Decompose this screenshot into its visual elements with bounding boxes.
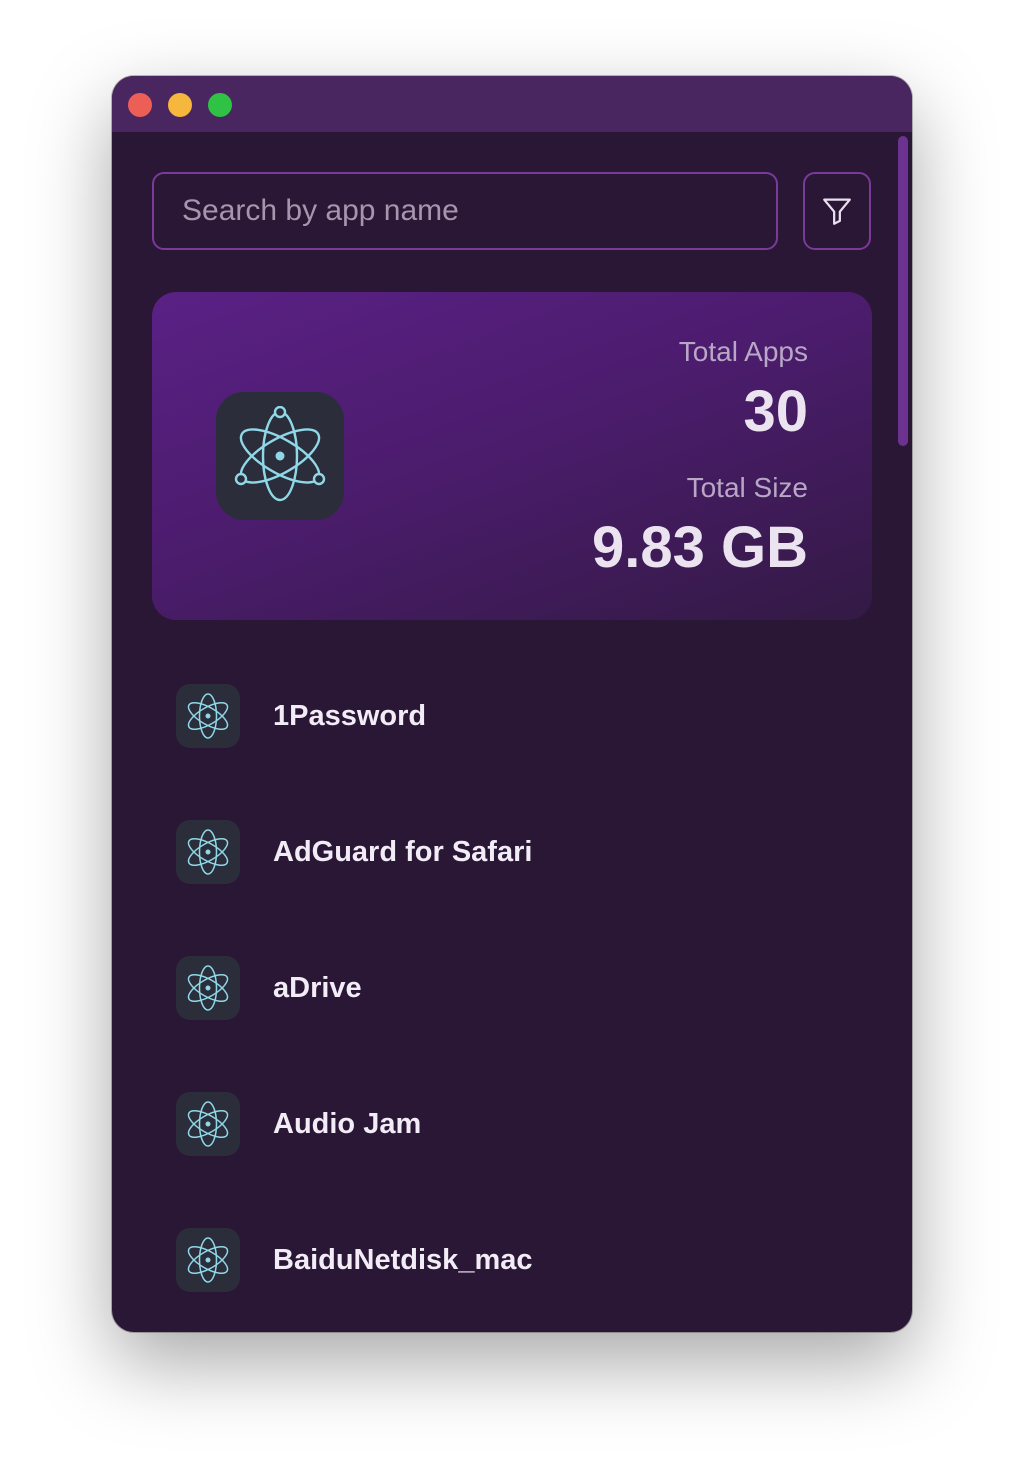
search-input[interactable] (180, 193, 764, 229)
title-bar (112, 76, 912, 132)
maximize-window-button[interactable] (208, 93, 232, 117)
electron-atom-icon (176, 684, 240, 748)
app-name: aDrive (273, 971, 362, 1004)
electron-atom-icon (176, 956, 240, 1020)
total-apps-label: Total Apps (678, 336, 808, 367)
app-name: AdGuard for Safari (273, 835, 533, 868)
close-window-button[interactable] (128, 93, 152, 117)
search-box[interactable] (152, 172, 778, 250)
total-apps-value: 30 (743, 379, 808, 444)
main-content: Total Apps 30 Total Size 9.83 GB 1Passwo… (112, 132, 912, 1332)
electron-atom-icon (176, 820, 240, 884)
list-item[interactable]: BaiduNetdisk_mac (176, 1228, 856, 1292)
scrollbar-thumb[interactable] (898, 136, 908, 446)
filter-icon (823, 198, 851, 225)
list-item[interactable]: 1Password (176, 684, 856, 748)
electron-atom-icon (176, 1228, 240, 1292)
minimize-window-button[interactable] (168, 93, 192, 117)
filter-button[interactable] (803, 172, 871, 250)
electron-atom-icon (176, 1092, 240, 1156)
app-name: 1Password (273, 699, 427, 732)
app-name: Audio Jam (273, 1107, 422, 1140)
list-item[interactable]: aDrive (176, 956, 856, 1020)
app-window: Total Apps 30 Total Size 9.83 GB 1Passwo… (112, 76, 912, 1332)
list-item[interactable]: AdGuard for Safari (176, 820, 856, 884)
app-name: BaiduNetdisk_mac (273, 1243, 533, 1276)
total-size-label: Total Size (686, 472, 808, 503)
summary-card: Total Apps 30 Total Size 9.83 GB (152, 292, 872, 620)
total-size-value: 9.83 GB (592, 515, 808, 580)
list-item[interactable]: Audio Jam (176, 1092, 856, 1156)
electron-atom-icon (216, 392, 344, 520)
scrollbar[interactable] (894, 132, 912, 1332)
